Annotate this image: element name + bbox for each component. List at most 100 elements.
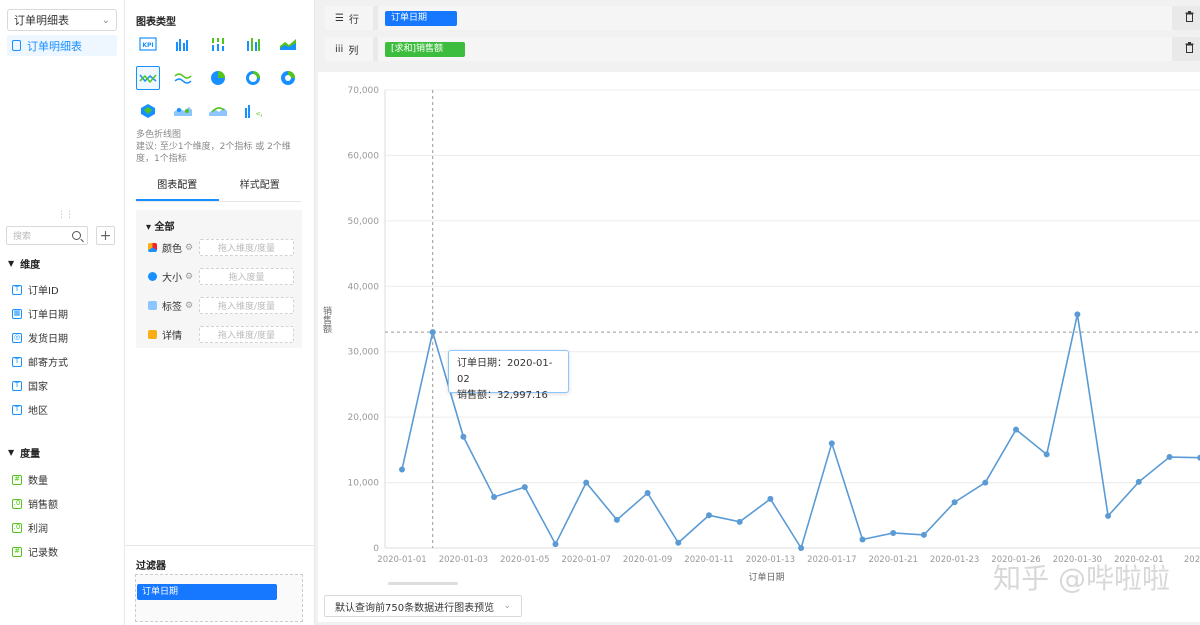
gear-icon[interactable]: ⚙ <box>185 272 193 282</box>
pie-chart-icon[interactable] <box>206 66 230 90</box>
chart-tooltip: 订单日期：2020-01-02 销售额：32,997.16 <box>448 350 569 401</box>
data-point <box>798 545 805 551</box>
caret-down-icon: ▼ <box>8 259 15 268</box>
table-icon <box>12 40 21 51</box>
field-item[interactable]: ◎ 发货日期 <box>12 330 68 345</box>
field-item[interactable]: .0 利润 <box>12 520 48 535</box>
y-tick-label: 60,000 <box>348 151 380 161</box>
field-item[interactable]: ▦ 订单日期 <box>12 306 68 321</box>
data-point <box>890 529 897 536</box>
columns-pill[interactable]: [求和]销售额 <box>385 42 465 57</box>
field-item[interactable]: # 记录数 <box>12 544 58 559</box>
preview-label: 默认查询前750条数据进行图表预览 <box>335 602 495 614</box>
gear-icon[interactable]: ⚙ <box>185 243 193 253</box>
field-item[interactable]: T 国家 <box>12 378 48 393</box>
text-type-icon: T <box>12 380 22 391</box>
field-label: 利润 <box>28 524 48 535</box>
field-label: 国家 <box>28 382 48 393</box>
marks-section-title[interactable]: ▾ 全部 <box>146 218 175 233</box>
data-point <box>828 440 835 447</box>
horizontal-scrollbar[interactable] <box>388 582 458 585</box>
stacked-bar-icon[interactable] <box>241 32 265 56</box>
field-item[interactable]: .0 销售额 <box>12 496 58 511</box>
datasource-item[interactable]: 订单明细表 <box>7 35 117 56</box>
trash-icon[interactable] <box>1185 42 1194 53</box>
gear-icon[interactable]: ⚙ <box>185 301 193 311</box>
columns-drop-zone[interactable]: [求和]销售额 <box>378 37 1172 61</box>
add-field-button[interactable]: + <box>96 226 115 245</box>
y-tick-label: 0 <box>373 544 379 554</box>
grouped-bar-icon[interactable] <box>206 32 230 56</box>
number-type-icon: .0 <box>12 498 22 509</box>
x-tick-label: 2020-01-13 <box>746 555 795 565</box>
tab-chart-config[interactable]: 图表配置 <box>136 172 219 201</box>
y-tick-label: 70,000 <box>348 86 380 96</box>
measures-group[interactable]: ▼ 度量 <box>8 445 40 460</box>
data-point <box>583 479 590 486</box>
size-drop-zone[interactable]: 拖入度量 <box>199 268 294 285</box>
data-point <box>613 516 620 523</box>
field-item[interactable]: T 订单ID <box>12 282 59 297</box>
svg-text:KPI: KPI <box>142 42 153 49</box>
search-icon <box>72 231 81 240</box>
number-type-icon: # <box>12 474 22 485</box>
field-label: 发货日期 <box>28 334 68 345</box>
x-tick-label: 202 <box>1184 555 1200 565</box>
scatter-map-icon[interactable] <box>171 99 195 123</box>
donut-chart-icon[interactable] <box>241 66 265 90</box>
dimensions-group[interactable]: ▼ 维度 <box>8 256 40 271</box>
tab-style-config[interactable]: 样式配置 <box>219 172 302 201</box>
x-tick-label: 2020-01-01 <box>377 555 426 565</box>
map-chart-icon[interactable] <box>136 99 160 123</box>
preview-select[interactable]: 默认查询前750条数据进行图表预览 ⌄ <box>324 595 522 617</box>
divider <box>125 545 315 546</box>
data-point <box>767 495 774 502</box>
resize-grip[interactable]: ⋮⋮ <box>57 210 74 220</box>
data-point <box>920 531 927 538</box>
x-tick-label: 2020-01-09 <box>623 555 672 565</box>
field-label: 订单日期 <box>28 310 68 321</box>
field-item[interactable]: # 数量 <box>12 472 48 487</box>
data-point <box>491 493 498 500</box>
field-item[interactable]: T 邮寄方式 <box>12 354 68 369</box>
cols-label-text: 列 <box>348 45 359 57</box>
filter-chip[interactable]: 订单日期 <box>137 584 277 600</box>
rows-drop-zone[interactable]: 订单日期 <box>378 6 1172 30</box>
kpi-chart-icon[interactable]: KPI <box>136 32 160 56</box>
bar-chart-icon[interactable] <box>171 32 195 56</box>
smooth-line-icon[interactable] <box>171 66 195 90</box>
field-label: 数量 <box>28 476 48 487</box>
measures-title: 度量 <box>20 449 41 460</box>
chevron-down-icon: ⌄ <box>503 601 511 611</box>
tooltip-line: 订单日期：2020-01-02 <box>457 358 553 385</box>
detail-drop-zone[interactable]: 拖入维度/度量 <box>199 326 294 343</box>
search-placeholder: 搜索 <box>13 232 32 242</box>
area-chart-icon[interactable] <box>276 32 300 56</box>
color-drop-zone[interactable]: 拖入维度/度量 <box>199 239 294 256</box>
line-chart[interactable]: 0 10,000 20,000 30,000 40,000 50,000 60,000 70,… <box>318 72 1200 592</box>
trash-icon[interactable] <box>1185 11 1194 22</box>
data-point <box>859 536 866 543</box>
marks-card: ▾ 全部 颜色 ⚙ 拖入维度/度量 大小 ⚙ 拖入度量 标签 ⚙ 拖入维度/度量 详情… <box>136 210 302 348</box>
x-tick-label: 2020-01-05 <box>500 555 549 565</box>
caret-down-icon: ▼ <box>8 448 15 457</box>
date-type-icon: ◎ <box>12 332 22 343</box>
field-search[interactable]: 搜索 <box>6 226 88 245</box>
rose-chart-icon[interactable] <box>276 66 300 90</box>
data-point <box>1135 478 1142 485</box>
field-item[interactable]: T 地区 <box>12 402 48 417</box>
data-point <box>982 479 989 486</box>
data-point <box>1074 311 1081 318</box>
datasource-select[interactable]: 订单明细表 ⌄ <box>7 9 117 31</box>
rows-shelf: ☰ 行 订单日期 <box>325 6 1200 30</box>
rows-pill[interactable]: 订单日期 <box>385 11 457 26</box>
flow-map-icon[interactable] <box>206 99 230 123</box>
custom-chart-icon[interactable]: </> <box>241 99 265 123</box>
data-point <box>706 512 712 519</box>
number-type-icon: # <box>12 546 22 557</box>
y-tick-label: 10,000 <box>348 479 380 489</box>
multi-line-chart-icon[interactable] <box>136 66 160 90</box>
data-point <box>736 518 743 525</box>
data-point <box>1043 451 1050 458</box>
label-drop-zone[interactable]: 拖入维度/度量 <box>199 297 294 314</box>
